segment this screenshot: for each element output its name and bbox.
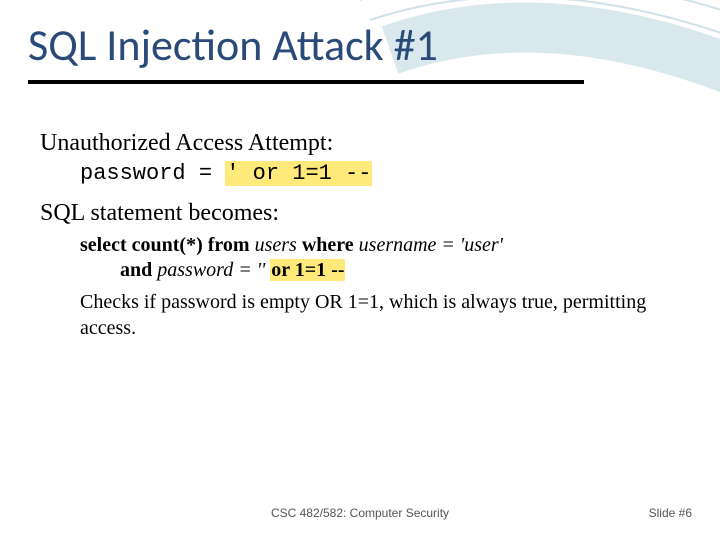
slide-body: Unauthorized Access Attempt: password = … xyxy=(40,130,680,341)
sql-kw-select: select count(*) from xyxy=(80,234,255,256)
title-underline xyxy=(28,80,584,84)
sql-cond-user: username = 'user' xyxy=(359,234,503,256)
injection-highlight-2: or 1=1 -- xyxy=(270,259,345,281)
footer-slide-number: Slide #6 xyxy=(649,506,692,520)
injection-highlight-1: ' or 1=1 -- xyxy=(225,161,372,186)
section2-heading: SQL statement becomes: xyxy=(40,200,680,227)
sql-tbl-users: users xyxy=(255,234,302,256)
sql-kw-and: and xyxy=(120,259,157,281)
sql-statement: select count(*) from users where usernam… xyxy=(80,233,680,283)
section1-heading: Unauthorized Access Attempt: xyxy=(40,130,680,157)
code-prefix: password = xyxy=(80,161,225,186)
password-code-line: password = ' or 1=1 -- xyxy=(80,161,680,186)
slide-title: SQL Injection Attack #1 xyxy=(28,18,438,72)
explanation-text: Checks if password is empty OR 1=1, whic… xyxy=(80,289,680,341)
footer-course: CSC 482/582: Computer Security xyxy=(0,506,720,520)
sql-cond-pass: password = '' xyxy=(157,259,270,281)
sql-kw-where: where xyxy=(302,234,359,256)
